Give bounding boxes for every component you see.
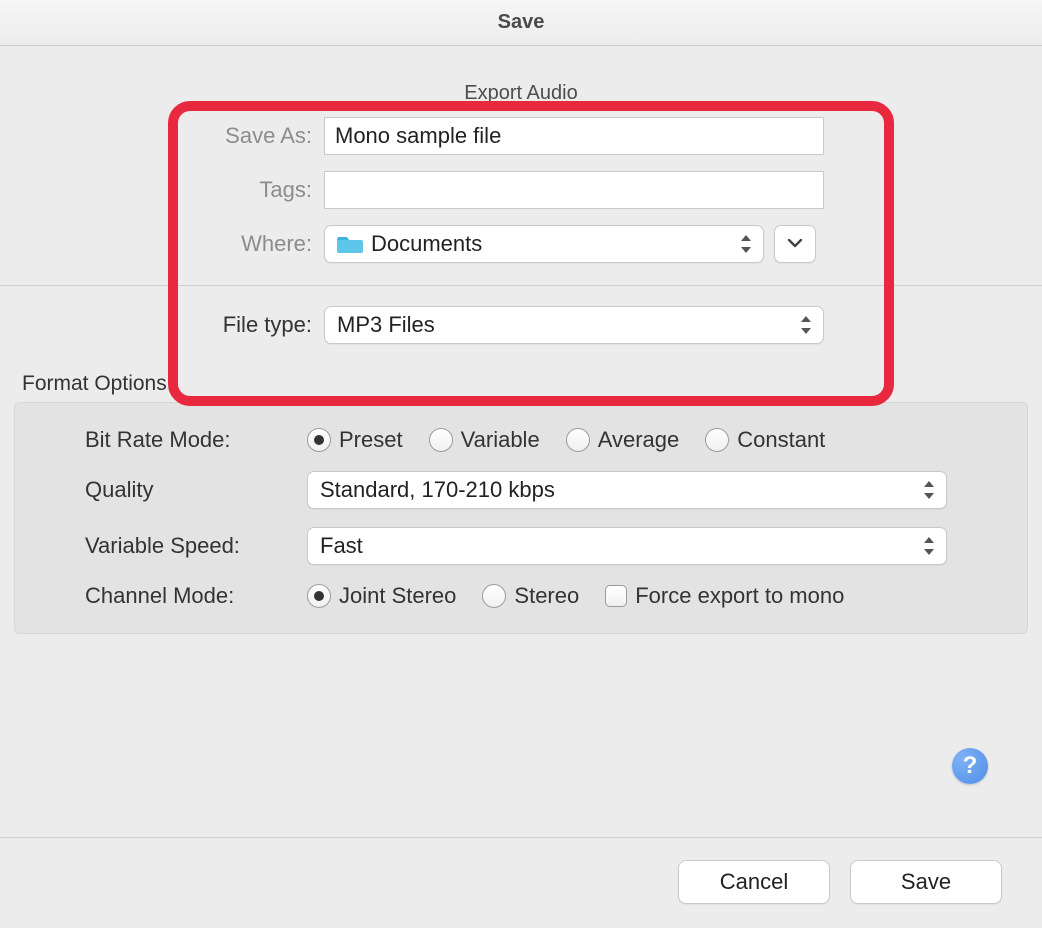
radio-icon [566,428,590,452]
file-type-select[interactable]: MP3 Files [324,306,824,344]
channel-mode-label: Channel Mode: [85,583,307,609]
radio-icon [705,428,729,452]
chevron-updown-icon [799,314,813,336]
chevron-updown-icon [922,479,936,501]
folder-icon [337,234,363,254]
format-options-panel: Bit Rate Mode: Preset Variable Average C… [14,402,1028,634]
radio-label: Preset [339,427,403,453]
file-type-value: MP3 Files [337,312,435,338]
variable-speed-select[interactable]: Fast [307,527,947,565]
radio-variable[interactable]: Variable [429,427,540,453]
where-select[interactable]: Documents [324,225,764,263]
radio-label: Stereo [514,583,579,609]
checkbox-force-mono[interactable]: Force export to mono [605,583,844,609]
radio-icon [307,428,331,452]
radio-joint-stereo[interactable]: Joint Stereo [307,583,456,609]
tags-label: Tags: [0,177,324,203]
radio-icon [482,584,506,608]
where-value: Documents [371,231,482,257]
variable-speed-label: Variable Speed: [85,533,307,559]
where-label: Where: [0,231,324,257]
dialog-subtitle: Export Audio [0,46,1042,117]
help-button[interactable]: ? [952,748,988,784]
radio-stereo[interactable]: Stereo [482,583,579,609]
radio-average[interactable]: Average [566,427,680,453]
radio-icon [429,428,453,452]
dialog-footer: Cancel Save [0,837,1042,928]
divider [0,285,1042,286]
save-as-input[interactable] [324,117,824,155]
tags-input[interactable] [324,171,824,209]
format-options-title: Format Options [0,360,1042,402]
bit-rate-mode-radio-group: Preset Variable Average Constant [307,427,825,453]
cancel-button[interactable]: Cancel [678,860,830,904]
radio-label: Joint Stereo [339,583,456,609]
variable-speed-value: Fast [320,533,363,559]
radio-label: Average [598,427,680,453]
expand-location-button[interactable] [774,225,816,263]
radio-icon [307,584,331,608]
radio-constant[interactable]: Constant [705,427,825,453]
chevron-updown-icon [922,535,936,557]
radio-label: Constant [737,427,825,453]
file-type-label: File type: [0,312,324,338]
channel-mode-group: Joint Stereo Stereo Force export to mono [307,583,844,609]
checkbox-label: Force export to mono [635,583,844,609]
quality-label: Quality [85,477,307,503]
quality-value: Standard, 170-210 kbps [320,477,555,503]
chevron-updown-icon [739,233,753,255]
radio-label: Variable [461,427,540,453]
window-title: Save [0,0,1042,46]
quality-select[interactable]: Standard, 170-210 kbps [307,471,947,509]
save-button[interactable]: Save [850,860,1002,904]
chevron-down-icon [787,235,803,253]
help-icon-glyph: ? [963,752,978,780]
bit-rate-mode-label: Bit Rate Mode: [85,427,307,453]
radio-preset[interactable]: Preset [307,427,403,453]
save-as-label: Save As: [0,123,324,149]
checkbox-icon [605,585,627,607]
